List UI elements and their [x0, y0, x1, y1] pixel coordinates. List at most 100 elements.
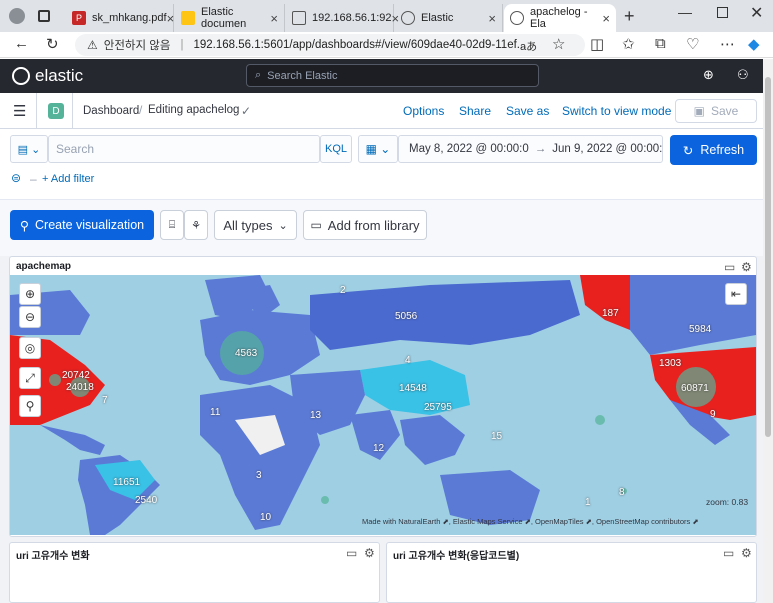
panel-folder-icon[interactable]: ▭: [723, 546, 734, 560]
reload-icon[interactable]: ↻: [46, 35, 59, 53]
close-icon[interactable]: ×: [488, 11, 496, 26]
saved-query-button[interactable]: ▤ ⌄: [10, 135, 48, 163]
tab-actions-icon[interactable]: [38, 10, 50, 22]
visualize-icon: ⚲: [19, 218, 30, 233]
globe-icon: [510, 11, 524, 25]
filter-options-icon[interactable]: ⊜: [11, 171, 21, 185]
check-icon: ✓: [241, 104, 252, 118]
page-scrollbar[interactable]: [763, 59, 773, 603]
back-icon[interactable]: ←: [14, 35, 29, 52]
map-label: 1: [585, 497, 591, 508]
text-panel-button[interactable]: ⌸: [160, 210, 184, 240]
folder-icon: ▭: [310, 218, 322, 232]
user-menu-icon[interactable]: ⚇: [737, 67, 749, 83]
address-bar-row: ← ↻ ⚠ 안전하지 않음 | 192.168.56.1:5601/app/da…: [0, 32, 773, 58]
tab-pdf[interactable]: P sk_mhkang.pdf ×: [66, 4, 174, 32]
global-search-input[interactable]: ⌕ Search Elastic: [246, 64, 539, 87]
breadcrumb-root[interactable]: Dashboard: [83, 105, 139, 117]
search-query-input[interactable]: Search: [48, 135, 320, 163]
globe-icon: [401, 11, 415, 25]
all-types-dropdown[interactable]: All types ⌄: [214, 210, 297, 240]
save-button[interactable]: ▣ Save: [675, 99, 757, 123]
minimize-button[interactable]: —: [678, 4, 692, 20]
search-placeholder: Search Elastic: [267, 69, 338, 82]
date-start[interactable]: May 8, 2022 @ 00:00:0: [409, 143, 529, 155]
uri-count-panel: uri 고유개수 변화 ▭ ⚙: [9, 542, 380, 603]
add-from-library-label: Add from library: [327, 217, 420, 233]
space-avatar[interactable]: D: [48, 103, 64, 119]
close-icon[interactable]: ×: [167, 11, 175, 26]
maximize-button[interactable]: [717, 7, 728, 18]
map-label: 13: [310, 410, 322, 421]
pdf-icon: P: [72, 11, 86, 25]
zoom-level-label: zoom: 0.83: [706, 497, 749, 507]
tab-ip[interactable]: 192.168.56.1:92 ×: [286, 4, 399, 32]
profile-icon[interactable]: [9, 8, 25, 24]
layer-control-button[interactable]: ⇤: [725, 283, 747, 305]
save-as-link[interactable]: Save as: [506, 104, 549, 118]
panel-gear-icon[interactable]: ⚙: [741, 260, 752, 274]
row-divider: [72, 93, 73, 129]
close-icon[interactable]: ×: [602, 11, 610, 26]
insecure-label: 안전하지 않음: [103, 40, 171, 52]
close-icon[interactable]: ×: [270, 11, 278, 26]
add-from-library-button[interactable]: ▭ Add from library: [303, 210, 427, 240]
tab-apachelog[interactable]: apachelog - Ela ×: [504, 4, 616, 32]
map-label: 24018: [66, 382, 94, 393]
date-end[interactable]: Jun 9, 2022 @ 00:00:0: [552, 143, 662, 155]
favorite-star-icon[interactable]: ☆: [552, 35, 565, 53]
elastic-logo-icon: [12, 67, 30, 85]
page-icon: [292, 11, 306, 25]
copilot-icon[interactable]: ◆: [748, 35, 760, 53]
tab-label: Elastic documen: [201, 6, 247, 30]
url-divider: |: [180, 39, 184, 51]
date-range-picker[interactable]: May 8, 2022 @ 00:00:0 → Jun 9, 2022 @ 00…: [398, 135, 663, 163]
more-menu-icon[interactable]: ⋯: [720, 35, 735, 53]
query-placeholder: Search: [56, 142, 95, 156]
help-icon[interactable]: ⊕: [703, 67, 714, 83]
world-map[interactable]: 5056 5984 187 14548 60871 24018 20742 11…: [10, 275, 756, 535]
collections-icon[interactable]: ⧉: [655, 35, 666, 52]
date-arrow-icon: →: [534, 143, 547, 155]
refresh-button[interactable]: ↻ Refresh: [670, 135, 757, 165]
map-label: 9: [710, 409, 716, 420]
fullscreen-button[interactable]: ⤢: [19, 367, 41, 389]
tab-elastic-docs[interactable]: Elastic documen ×: [175, 4, 285, 32]
search-icon: ⌕: [255, 69, 262, 81]
zoom-in-button[interactable]: ⊕: [19, 283, 41, 305]
panel-folder-icon[interactable]: ▭: [724, 260, 735, 274]
reader-icon[interactable]: aあ: [520, 38, 537, 54]
switch-view-mode-link[interactable]: Switch to view mode: [562, 104, 671, 118]
close-window-button[interactable]: ✕: [750, 3, 763, 23]
kql-language-button[interactable]: KQL: [320, 135, 352, 163]
new-tab-button[interactable]: +: [624, 6, 635, 27]
extensions-icon[interactable]: ♡: [686, 35, 699, 53]
date-quick-menu-button[interactable]: ▦ ⌄: [358, 135, 398, 163]
warning-icon: ⚠: [87, 38, 98, 52]
maps-panel-button[interactable]: ⚘: [184, 210, 208, 240]
tools-button[interactable]: ⚲: [19, 395, 41, 417]
panel-gear-icon[interactable]: ⚙: [364, 546, 375, 560]
url-field[interactable]: ⚠ 안전하지 않음 | 192.168.56.1:5601/app/dashbo…: [75, 34, 585, 56]
add-filter-link[interactable]: + Add filter: [42, 173, 94, 185]
uri-count-by-code-panel: uri 고유개수 변화(응답코드별) ▭ ⚙: [386, 542, 757, 603]
map-label: 15: [491, 431, 503, 442]
map-label: 10: [260, 512, 272, 523]
panel-title: uri 고유개수 변화(응답코드별): [393, 551, 520, 562]
options-link[interactable]: Options: [403, 104, 444, 118]
tab-elastic[interactable]: Elastic ×: [395, 4, 503, 32]
set-view-button[interactable]: ◎: [19, 337, 41, 359]
split-screen-icon[interactable]: ◫: [590, 35, 604, 53]
hamburger-menu-icon[interactable]: ☰: [13, 102, 26, 120]
favorites-icon[interactable]: ✩: [622, 35, 635, 53]
kibana-header: elastic ⌕ Search Elastic ⊕ ⚇: [0, 59, 773, 93]
create-visualization-button[interactable]: ⚲ Create visualization: [10, 210, 154, 240]
panel-folder-icon[interactable]: ▭: [346, 546, 357, 560]
share-link[interactable]: Share: [459, 104, 491, 118]
zoom-out-button[interactable]: ⊖: [19, 306, 41, 328]
panel-gear-icon[interactable]: ⚙: [741, 546, 752, 560]
url-text: 192.168.56.1:5601/app/dashboards#/view/6…: [193, 39, 527, 51]
elastic-logo[interactable]: elastic: [12, 66, 83, 86]
map-label: 5984: [689, 324, 712, 335]
scrollbar-thumb[interactable]: [765, 77, 771, 437]
